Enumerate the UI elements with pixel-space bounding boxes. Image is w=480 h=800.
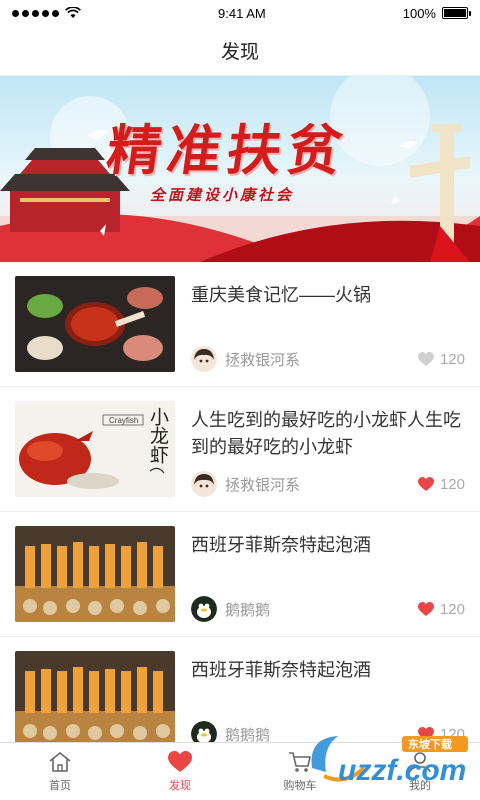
heart-icon [168,751,192,772]
article-list: 重庆美食记忆——火锅 拯救银河系 120 Crayfish 小龙虾 人生吃到的最… [0,262,480,742]
tab-label: 发现 [169,780,191,792]
avatar [191,721,217,742]
author-name: 拯救银河系 [225,351,301,369]
status-time: 9:41 AM [218,5,266,21]
avatar [191,596,217,622]
like-button[interactable]: 120 [417,350,465,368]
article-title: 西班牙菲斯奈特起泡酒 [191,535,371,555]
heart-icon [417,351,434,366]
article-title: 西班牙菲斯奈特起泡酒 [191,660,371,680]
author-name: 鹅鹅鹅 [225,726,271,743]
thumbnail-sparkling-wine [15,526,175,622]
battery-percent: 100% [402,5,436,21]
thumbnail-hotpot [15,276,175,372]
heart-icon [417,601,434,616]
watermark-tag: 东坡下载 [408,739,452,751]
avatar [191,346,217,372]
page-title: 发现 [220,42,259,63]
battery-icon [441,7,471,19]
like-count: 120 [439,350,465,368]
home-icon [49,752,71,772]
tab-home[interactable]: 首页 [0,743,120,800]
like-button[interactable]: 120 [417,600,465,618]
like-count: 120 [439,600,465,618]
heart-icon [417,476,434,491]
article-title: 重庆美食记忆——火锅 [191,285,371,305]
wifi-icon [65,7,81,18]
tab-label: 首页 [49,780,71,792]
article-title: 人生吃到的最好吃的小龙虾人生吃到的最好吃的小龙虾 [191,410,461,457]
thumbnail-caption: 小龙虾 [147,407,169,464]
list-item[interactable]: 西班牙菲斯奈特起泡酒 鹅鹅鹅 120 [0,512,480,637]
avatar [191,471,217,497]
list-item[interactable]: 重庆美食记忆——火锅 拯救银河系 120 [0,262,480,387]
watermark-logo: 东坡下载 uzzf.com [304,728,474,790]
author-name: 鹅鹅鹅 [225,601,271,619]
thumbnail-tag: Crayfish [109,416,139,425]
banner-title: 精准扶贫 [102,118,352,182]
banner-subtitle: 全面建设小康社会 [150,187,295,204]
like-button[interactable]: 120 [417,475,465,493]
status-bar: 9:41 AM 100% [0,0,480,26]
watermark-text: uzzf.com [338,754,467,787]
author-name: 拯救银河系 [225,476,301,494]
signal-icon [12,9,59,17]
tab-discover[interactable]: 发现 [120,743,240,800]
list-item[interactable]: Crayfish 小龙虾 人生吃到的最好吃的小龙虾人生吃到的最好吃的小龙虾 拯救… [0,387,480,512]
list-item[interactable]: 西班牙菲斯奈特起泡酒 鹅鹅鹅 120 [0,637,480,742]
like-count: 120 [439,475,465,493]
page-header: 发现 [0,26,480,76]
thumbnail-crayfish: Crayfish 小龙虾 [15,401,175,497]
promo-banner[interactable]: 精准扶贫 全面建设小康社会 [0,76,480,262]
thumbnail-sparkling-wine [15,651,175,742]
